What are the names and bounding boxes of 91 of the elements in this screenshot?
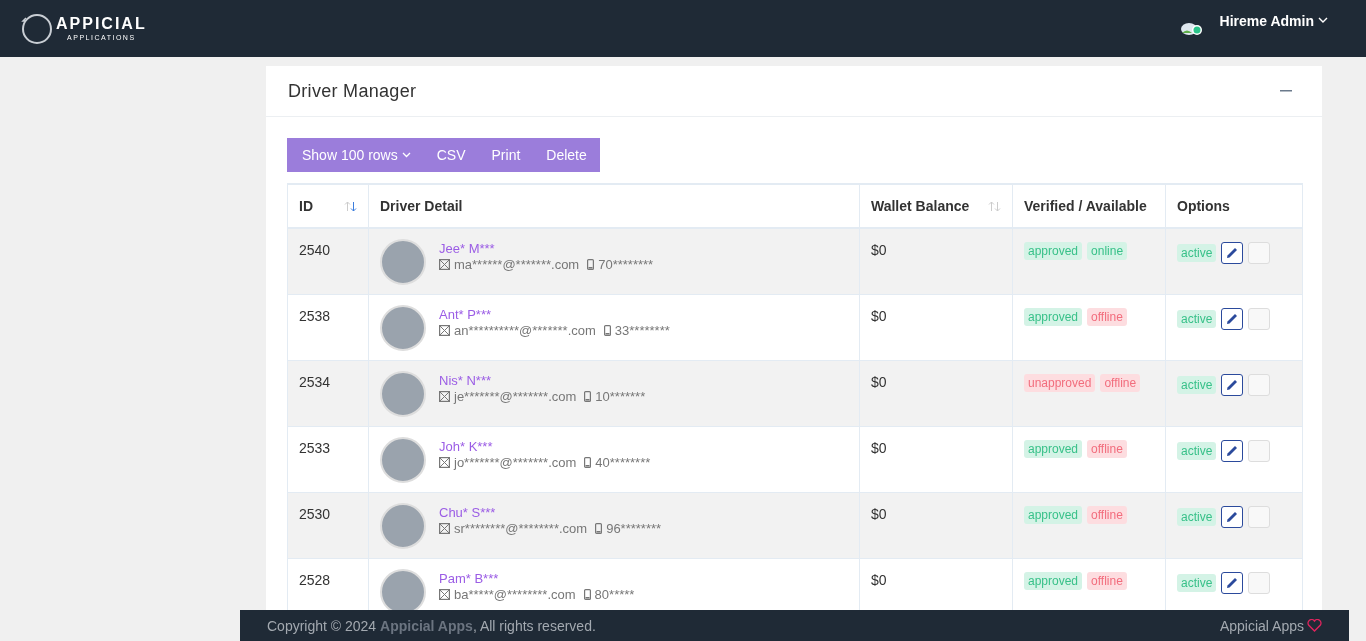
avatar-icon (1179, 20, 1204, 37)
status-badge: active (1177, 441, 1217, 460)
phone-text: 80***** (594, 586, 635, 602)
checkbox[interactable] (1248, 307, 1271, 330)
id-cell: 2534 (287, 360, 369, 426)
edit-button[interactable] (1221, 373, 1244, 396)
heart-icon (1307, 619, 1322, 632)
logo-title: APPICIAL (56, 15, 147, 33)
id-cell: 2533 (287, 426, 369, 492)
availability-badge: offline (1100, 373, 1141, 392)
status-badge: active (1177, 309, 1217, 328)
envelope-icon (439, 324, 450, 336)
chevron-down-icon (1318, 17, 1328, 24)
email-text: jo*******@*******.com (454, 454, 577, 470)
driver-name-link[interactable]: Jee* M*** (439, 241, 495, 256)
availability-badge: online (1087, 242, 1128, 260)
photo-placeholder (380, 370, 426, 417)
wallet-cell: $0 (859, 426, 1013, 492)
footer-brand: Appicial Apps (1219, 617, 1304, 634)
phone-icon (583, 588, 591, 600)
photo-placeholder (380, 436, 426, 483)
phone-icon (603, 324, 611, 336)
phone-text: 70******** (598, 257, 654, 272)
wallet-cell: $0 (859, 228, 1013, 294)
column-header[interactable]: Driver Detail (368, 184, 860, 228)
chevron-down-icon (401, 152, 411, 158)
edit-button[interactable] (1221, 439, 1244, 462)
pencil-icon (1225, 246, 1240, 260)
edit-button[interactable] (1221, 242, 1244, 264)
wallet-cell: $0 (859, 294, 1013, 360)
checkbox[interactable] (1248, 439, 1271, 462)
verification-badge: approved (1024, 571, 1083, 590)
edit-button[interactable] (1221, 505, 1244, 528)
status-badge: active (1177, 244, 1217, 262)
phone-text: 96******** (606, 520, 662, 536)
logo-ring-icon (20, 11, 54, 46)
checkbox[interactable] (1248, 505, 1271, 528)
phone-icon (584, 390, 592, 402)
phone-text: 33******** (614, 322, 670, 338)
photo-placeholder (380, 239, 426, 285)
pencil-icon (1225, 509, 1240, 524)
id-cell: 2530 (287, 492, 369, 558)
edit-button[interactable] (1221, 307, 1244, 330)
driver-name-link[interactable]: Chu* S*** (439, 504, 496, 520)
verification-badge: approved (1024, 439, 1083, 458)
wallet-cell: $0 (859, 360, 1013, 426)
verification-badge: approved (1024, 242, 1083, 260)
phone-icon (595, 522, 603, 534)
envelope-icon (439, 456, 450, 468)
email-text: sr********@********.com (454, 520, 588, 536)
envelope-icon (439, 588, 450, 600)
email-text: ma******@*******.com (454, 257, 580, 272)
pencil-icon (1225, 575, 1240, 590)
verification-badge: unapproved (1024, 373, 1096, 392)
pencil-icon (1225, 377, 1240, 392)
status-badge: active (1177, 507, 1217, 526)
checkbox[interactable] (1248, 571, 1271, 594)
envelope-icon (439, 259, 450, 270)
pencil-icon (1225, 311, 1240, 326)
edit-button[interactable] (1221, 571, 1244, 594)
status-badge: active (1177, 375, 1217, 394)
checkbox[interactable] (1248, 373, 1271, 396)
phone-text: 10******* (595, 388, 646, 404)
status-badge: active (1177, 573, 1217, 592)
envelope-icon (439, 390, 450, 402)
driver-name-link[interactable]: Joh* K*** (439, 438, 493, 454)
availability-badge: offline (1087, 571, 1127, 590)
photo-placeholder (380, 502, 426, 549)
availability-badge: offline (1087, 307, 1127, 326)
phone-text: 40******** (595, 454, 651, 470)
driver-name-link[interactable]: Ant* P*** (439, 306, 492, 322)
phone-icon (584, 456, 592, 468)
id-cell: 2538 (287, 294, 369, 360)
verification-badge: approved (1024, 505, 1083, 524)
email-text: ba*****@********.com (454, 586, 576, 602)
verification-badge: approved (1024, 307, 1083, 326)
phone-icon (587, 259, 595, 270)
id-cell: 2540 (287, 228, 369, 294)
availability-badge: offline (1087, 505, 1127, 524)
availability-badge: offline (1087, 439, 1127, 458)
checkbox[interactable] (1248, 242, 1271, 264)
user-menu[interactable]: Hireme Admin (1219, 12, 1328, 29)
pencil-icon (1225, 443, 1240, 458)
card-title: Driver Manager (288, 80, 417, 102)
email-text: an**********@*******.com (454, 322, 596, 338)
photo-placeholder (380, 304, 426, 351)
wallet-cell: $0 (859, 492, 1013, 558)
envelope-icon (439, 522, 450, 534)
driver-name-link[interactable]: Pam* B*** (439, 570, 499, 586)
driver-name-link[interactable]: Nis* N*** (439, 372, 491, 388)
email-text: je*******@*******.com (454, 388, 577, 404)
